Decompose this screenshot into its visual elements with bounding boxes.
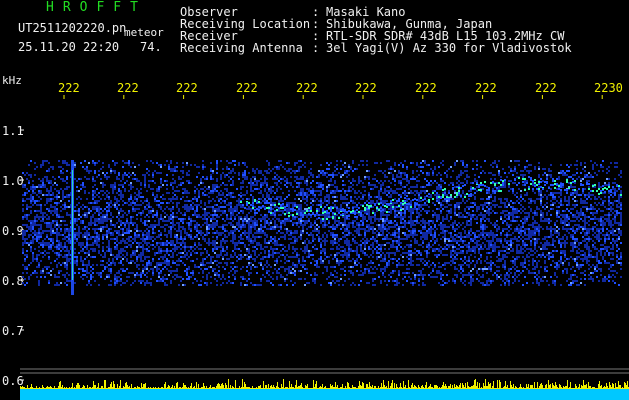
signal-level-bar [20,389,629,400]
spectrogram-plot [20,95,629,400]
noise-band [22,160,622,286]
signal-level-peaks [20,379,629,389]
hrofft-meteor-window: { "header": { "logo": "HROFFT", "filenam… [0,0,629,400]
meteor-echo-core [72,170,73,280]
